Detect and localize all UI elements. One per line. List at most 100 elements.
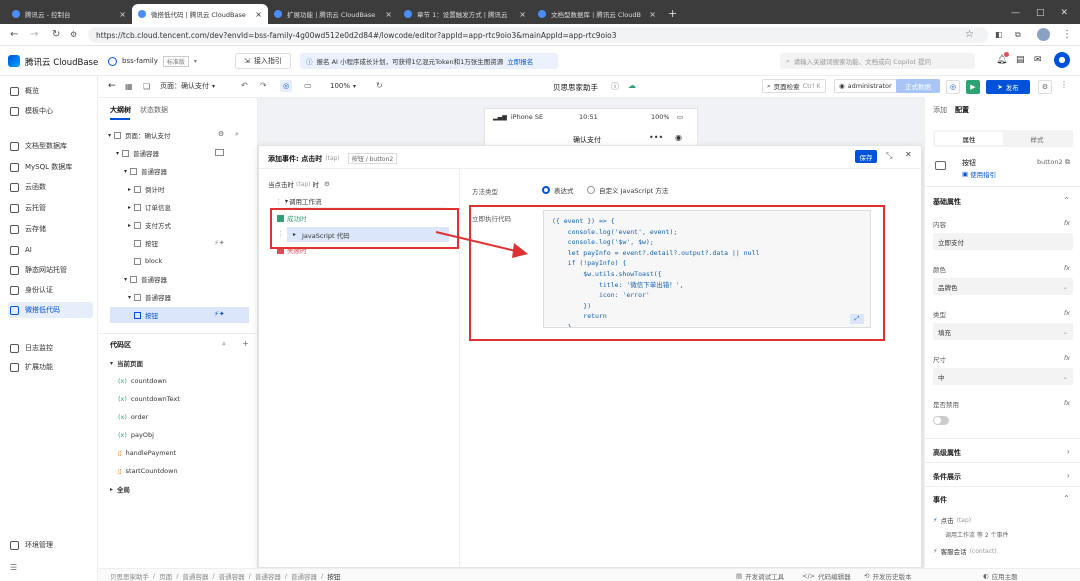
fx-icon[interactable]: fx bbox=[1064, 399, 1070, 407]
page-selector[interactable]: 页面：确认支付 ▾ bbox=[160, 81, 215, 91]
sidebar-item-ai[interactable]: AI bbox=[8, 242, 93, 258]
breadcrumb-item[interactable]: 普通容器 bbox=[219, 571, 245, 581]
code-item-fn[interactable]: ▯ startCountdown bbox=[118, 464, 178, 478]
tab-outline[interactable]: 大纲树 bbox=[110, 105, 131, 115]
collapse-icon[interactable]: ⤡ bbox=[886, 151, 892, 161]
event-item-contact[interactable]: ⚡︎ 客服会话 (contact) bbox=[933, 546, 997, 556]
close-icon[interactable]: × bbox=[379, 10, 392, 19]
tab-state-data[interactable]: 状态数据 bbox=[140, 105, 168, 115]
tree-node-container[interactable]: ▾ 普通容器 bbox=[124, 272, 167, 286]
copy-icon[interactable]: ⧉ bbox=[1065, 158, 1070, 167]
new-tab-icon[interactable]: + bbox=[662, 7, 683, 24]
fx-icon[interactable]: fx bbox=[1064, 264, 1070, 272]
phone-preview[interactable]: ▂▄▆ iPhone SE 10:51 100% ▭ 确认支付 ••• ◉ bbox=[484, 108, 698, 150]
sidebar-item-overview[interactable]: 概览 bbox=[8, 83, 93, 99]
tree-node-order-info[interactable]: ▸ 订单信息 bbox=[128, 200, 171, 214]
sidebar-item-cloudrun[interactable]: 云托管 bbox=[8, 200, 93, 216]
settings-icon[interactable]: ⚙ bbox=[218, 130, 224, 138]
tree-node-container[interactable]: ▾ 普通容器 bbox=[124, 164, 167, 178]
sidebar-item-env-manage[interactable]: 环境管理 bbox=[8, 537, 93, 553]
browser-tab[interactable]: 扩展功能 | 腾讯云 CloudBase × bbox=[268, 4, 398, 24]
profile-avatar[interactable] bbox=[1037, 28, 1050, 41]
basic-props-header[interactable]: 基础属性 bbox=[933, 197, 961, 207]
disabled-toggle[interactable] bbox=[933, 416, 949, 425]
browser-tab[interactable]: 腾讯云 - 控制台 × bbox=[6, 4, 132, 24]
guide-button[interactable]: ⇲ 接入指引 bbox=[235, 53, 291, 69]
sidebar-item-doc-db[interactable]: 文档型数据库 bbox=[8, 138, 93, 154]
close-icon[interactable]: × bbox=[113, 10, 126, 19]
event-item-tap[interactable]: ⚡︎ 点击 (tap) bbox=[933, 515, 971, 525]
code-item-fn[interactable]: ▯ handlePayment bbox=[118, 446, 176, 460]
site-info-icon[interactable]: ⚙ bbox=[70, 30, 77, 39]
condition-header[interactable]: 条件展示 bbox=[933, 472, 961, 482]
close-icon[interactable]: × bbox=[643, 10, 656, 19]
browser-tab-active[interactable]: 微搭低代码 | 腾讯云 CloudBase × bbox=[132, 4, 268, 24]
close-icon[interactable]: × bbox=[249, 10, 262, 19]
tree-node-block[interactable]: block bbox=[134, 254, 162, 268]
url-field[interactable]: https://tcb.cloud.tencent.com/dev?envId=… bbox=[88, 27, 988, 43]
tree-node-container[interactable]: ▾ 普通容器 bbox=[116, 146, 159, 160]
redo-icon[interactable]: ↷ bbox=[260, 81, 267, 90]
tree-node-container[interactable]: ▾ 普通容器 bbox=[128, 290, 171, 304]
usage-guide-link[interactable]: ▣ 使用指引 bbox=[962, 169, 996, 179]
refresh-icon[interactable]: ↻ bbox=[376, 81, 383, 90]
fx-icon[interactable]: fx bbox=[1064, 219, 1070, 227]
code-group-global[interactable]: ▸ 全局 bbox=[110, 482, 130, 496]
extension-puzzle-icon[interactable]: ⧉ bbox=[1015, 30, 1021, 40]
app-theme-button[interactable]: ◐ 应用主题 bbox=[983, 571, 1018, 581]
info-icon[interactable]: ⓘ bbox=[611, 81, 619, 92]
events-header[interactable]: 事件 bbox=[933, 495, 947, 505]
sidebar-item-storage[interactable]: 云存储 bbox=[8, 221, 93, 237]
tree-node-button[interactable]: 按钮 bbox=[134, 236, 158, 250]
page-search-button[interactable]: ⌕ 页面检索 Ctrl K bbox=[762, 79, 826, 93]
document-icon[interactable]: ▤ bbox=[1016, 55, 1025, 65]
add-icon[interactable]: + bbox=[242, 339, 249, 348]
back-icon[interactable]: ← bbox=[10, 29, 18, 40]
tree-node-button-selected[interactable]: 按钮 bbox=[110, 307, 249, 323]
layers-icon[interactable]: ❏ bbox=[143, 82, 150, 91]
mail-icon[interactable]: ✉ bbox=[1034, 55, 1042, 65]
sidebar-item-logs[interactable]: 日志监控 bbox=[8, 340, 93, 356]
code-item-var[interactable]: (x) payObj bbox=[118, 428, 154, 442]
user-avatar[interactable]: ● bbox=[1054, 52, 1070, 68]
promo-link[interactable]: 立即报名 bbox=[507, 56, 533, 66]
global-search-input[interactable]: ⌕ 请输入关键词搜索功能、文档或向 Copilot 提问 bbox=[780, 53, 975, 69]
code-editor-button[interactable]: </> 代码编辑器 bbox=[802, 571, 851, 581]
chevron-up-icon[interactable]: ⌃ bbox=[1063, 494, 1070, 503]
tab-style[interactable]: 样式 bbox=[1003, 132, 1071, 145]
content-input[interactable]: 立即支付 bbox=[933, 233, 1073, 250]
desktop-view-icon[interactable]: ▭ bbox=[304, 81, 312, 90]
sidebar-item-mysql[interactable]: MySQL 数据库 bbox=[8, 159, 93, 175]
browser-menu-icon[interactable]: ⋮ bbox=[1062, 29, 1072, 40]
env-selector[interactable]: bss-family 标准版 ▾ bbox=[108, 54, 197, 68]
target-icon[interactable]: ◉ bbox=[675, 133, 682, 142]
reload-icon[interactable]: ↻ bbox=[52, 29, 60, 40]
zoom-selector[interactable]: 100% ▾ bbox=[330, 82, 356, 90]
settings-icon[interactable]: ⚙ bbox=[324, 180, 330, 188]
sidebar-item-auth[interactable]: 身份认证 bbox=[8, 282, 93, 298]
tab-add[interactable]: 添加 bbox=[933, 105, 947, 115]
minimize-icon[interactable]: — bbox=[1011, 8, 1020, 18]
preview-icon[interactable]: ◎ bbox=[946, 80, 960, 94]
radio-expression[interactable]: 表达式 bbox=[542, 185, 574, 195]
release-data-button[interactable]: 正式数据 bbox=[896, 79, 940, 93]
sidebar-item-functions[interactable]: 云函数 bbox=[8, 179, 93, 195]
back-arrow-icon[interactable]: ← bbox=[108, 81, 116, 91]
run-icon[interactable]: ▶ bbox=[966, 80, 980, 94]
tab-config[interactable]: 配置 bbox=[955, 105, 969, 115]
flow-node-workflow[interactable]: 调用工作流 bbox=[287, 196, 447, 208]
tree-node-page[interactable]: ▾ 页面：确认支付 bbox=[108, 128, 171, 142]
forward-icon[interactable]: → bbox=[30, 29, 38, 40]
fx-icon[interactable]: fx bbox=[1064, 354, 1070, 362]
code-item-var[interactable]: (x) countdownText bbox=[118, 392, 180, 406]
devtools-button[interactable]: ▤ 开发调试工具 bbox=[736, 571, 784, 581]
more-dots-icon[interactable]: ••• bbox=[649, 133, 663, 142]
collapse-sidebar-icon[interactable]: ☰ bbox=[10, 563, 17, 572]
color-select[interactable]: 品牌色 ⌄ bbox=[933, 278, 1073, 295]
code-group-current-page[interactable]: ▾ 当前页面 bbox=[110, 356, 143, 370]
sidebar-item-static-hosting[interactable]: 静态网站托管 bbox=[8, 262, 93, 278]
breadcrumb-item[interactable]: 页面 bbox=[159, 571, 172, 581]
tree-node-countdown[interactable]: ▸ 倒计时 bbox=[128, 182, 165, 196]
sidebar-item-lowcode[interactable]: 微搭低代码 bbox=[8, 302, 93, 318]
size-select[interactable]: 中 ⌄ bbox=[933, 368, 1073, 385]
